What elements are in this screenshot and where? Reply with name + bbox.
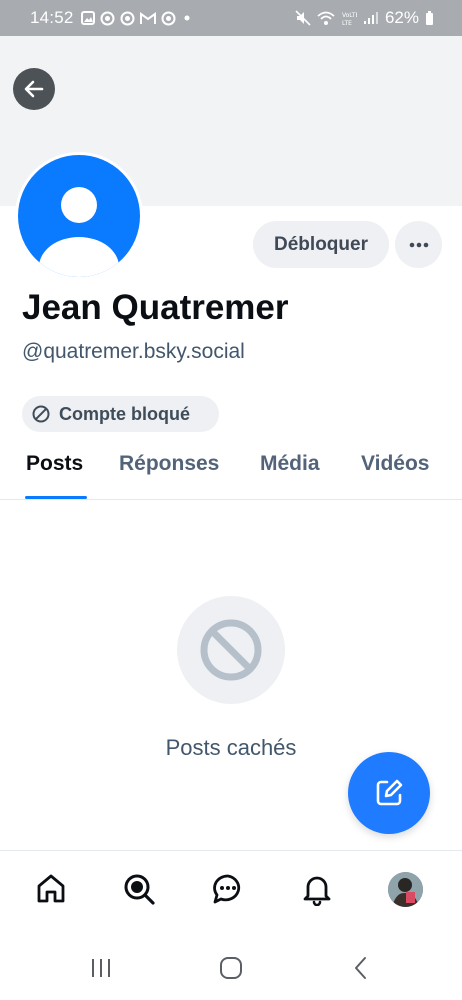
circle-app-icon — [100, 11, 115, 25]
status-time: 14:52 — [30, 8, 74, 27]
back-system-button[interactable] — [341, 954, 381, 982]
profile-handle: @quatremer.bsky.social — [22, 340, 245, 363]
status-right: VoLTELTE 62% — [295, 8, 434, 28]
gmail-icon — [139, 11, 156, 24]
battery-icon — [426, 10, 433, 25]
back-button[interactable] — [13, 68, 55, 110]
signal-icon — [363, 12, 378, 24]
compose-button[interactable] — [348, 752, 430, 834]
chat-icon — [213, 874, 241, 904]
circle-app-icon — [161, 11, 176, 25]
tab-replies[interactable]: Réponses — [119, 452, 219, 476]
notification-icons — [80, 11, 193, 26]
back-chevron-icon — [355, 957, 366, 979]
ban-icon — [200, 619, 262, 681]
system-navigation-bar — [0, 934, 462, 1000]
active-tab-indicator — [25, 496, 87, 499]
recents-icon — [92, 959, 110, 977]
status-left: 14:52 — [30, 8, 193, 28]
image-icon — [80, 11, 95, 25]
volte-icon: VoLTELTE — [342, 12, 357, 26]
circle-app-icon — [120, 11, 135, 25]
blocked-status-badge: Compte bloqué — [22, 396, 219, 432]
search-icon — [124, 874, 155, 905]
compose-icon — [376, 779, 403, 806]
battery-percent: 62% — [384, 8, 419, 27]
mute-icon — [295, 10, 311, 26]
tab-posts[interactable]: Posts — [26, 452, 83, 476]
user-photo-icon — [387, 871, 423, 907]
tab-media[interactable]: Média — [260, 452, 320, 476]
nav-notifications[interactable] — [295, 867, 339, 911]
arrow-left-icon — [24, 80, 44, 98]
profile-tabs: Posts Réponses Média Vidéos — [0, 444, 462, 500]
status-bar: 14:52 VoLTELTE 62% — [0, 0, 462, 36]
wifi-icon — [317, 11, 335, 25]
recents-button[interactable] — [81, 954, 121, 982]
empty-state-icon-container — [177, 596, 285, 704]
display-name: Jean Quatremer — [22, 288, 289, 327]
unblock-button[interactable]: Débloquer — [253, 221, 389, 268]
bottom-navigation — [0, 850, 462, 934]
svg-text:LTE: LTE — [342, 20, 352, 26]
nav-chat[interactable] — [206, 867, 250, 911]
nav-profile[interactable] — [383, 867, 427, 911]
nav-home[interactable] — [29, 867, 73, 911]
profile-avatar — [387, 871, 423, 907]
dot-icon — [184, 15, 190, 21]
bell-icon — [303, 876, 331, 906]
ban-icon — [32, 405, 50, 423]
ellipsis-icon — [409, 242, 428, 247]
blocked-label: Compte bloqué — [59, 403, 190, 424]
default-avatar-image — [18, 155, 140, 277]
tab-videos[interactable]: Vidéos — [361, 452, 429, 476]
nav-search[interactable] — [117, 867, 161, 911]
home-system-button[interactable] — [211, 954, 251, 982]
home-circle-icon — [220, 957, 242, 979]
more-options-button[interactable] — [395, 221, 442, 268]
user-silhouette-icon — [39, 187, 119, 277]
home-icon — [37, 874, 65, 903]
svg-text:VoLTE: VoLTE — [342, 12, 357, 19]
profile-avatar[interactable] — [15, 152, 143, 280]
